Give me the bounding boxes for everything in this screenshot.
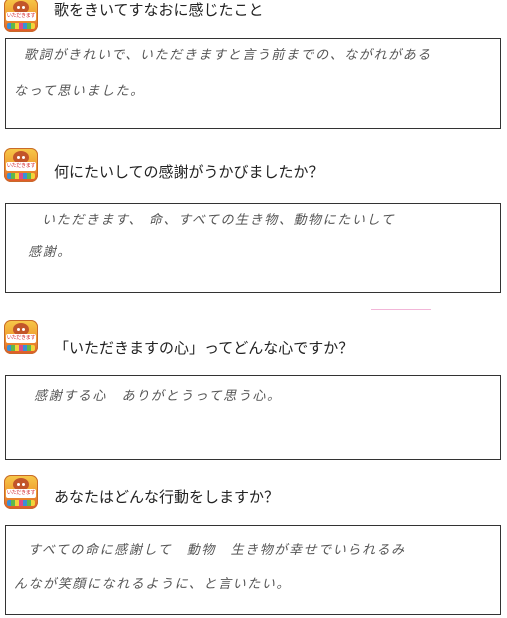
- itadakimasu-logo-icon: いただきます: [4, 475, 38, 509]
- logo-label: いただきます: [6, 12, 36, 21]
- answer-4-box: すべての命に感謝して 動物 生き物が幸せでいられるみ んなが笑顔になれるように、…: [5, 525, 501, 615]
- itadakimasu-logo-icon: いただきます: [4, 320, 38, 354]
- itadakimasu-logo-icon: いただきます: [4, 148, 38, 182]
- logo-label: いただきます: [6, 162, 36, 171]
- answer-4-line-1: すべての命に感謝して 動物 生き物が幸せでいられるみ: [28, 543, 406, 558]
- answer-1-line-1: 歌詞がきれいで、いただきますと言う前までの、ながれがある: [24, 48, 432, 63]
- answer-2-line-2: 感謝。: [28, 245, 72, 260]
- pink-line-mark: [371, 309, 431, 310]
- answer-1-line-2: なって思いました。: [14, 84, 145, 99]
- answer-3-line-1: 感謝する心 ありがとうって思う心。: [34, 389, 282, 404]
- answer-3-box: 感謝する心 ありがとうって思う心。: [5, 375, 501, 460]
- question-1-text: 歌をきいてすなおに感じたこと: [54, 1, 264, 19]
- question-3-text: 「いただきますの心」ってどんな心ですか？: [54, 339, 354, 357]
- logo-label: いただきます: [6, 489, 36, 498]
- itadakimasu-logo-icon: いただきます: [4, 0, 38, 32]
- question-2-text: 何にたいしての感謝がうかびましたか？: [54, 163, 324, 181]
- answer-4-line-2: んなが笑顔になれるように、と言いたい。: [14, 577, 292, 592]
- question-2-header: いただきます 何にたいしての感謝がうかびましたか？: [4, 148, 504, 184]
- answer-2-box: いただきます、 命、すべての生き物、動物にたいして 感謝。: [5, 203, 501, 293]
- question-4-header: いただきます あなたはどんな行動をしますか？: [4, 475, 504, 511]
- question-3-header: いただきます 「いただきますの心」ってどんな心ですか？: [4, 320, 504, 357]
- logo-label: いただきます: [6, 334, 36, 343]
- answer-1-box: 歌詞がきれいで、いただきますと言う前までの、ながれがある なって思いました。: [5, 38, 501, 129]
- question-4-text: あなたはどんな行動をしますか？: [54, 488, 280, 506]
- question-1-header: いただきます 歌をきいてすなおに感じたこと: [4, 0, 504, 34]
- answer-2-line-1: いただきます、 命、すべての生き物、動物にたいして: [42, 213, 396, 228]
